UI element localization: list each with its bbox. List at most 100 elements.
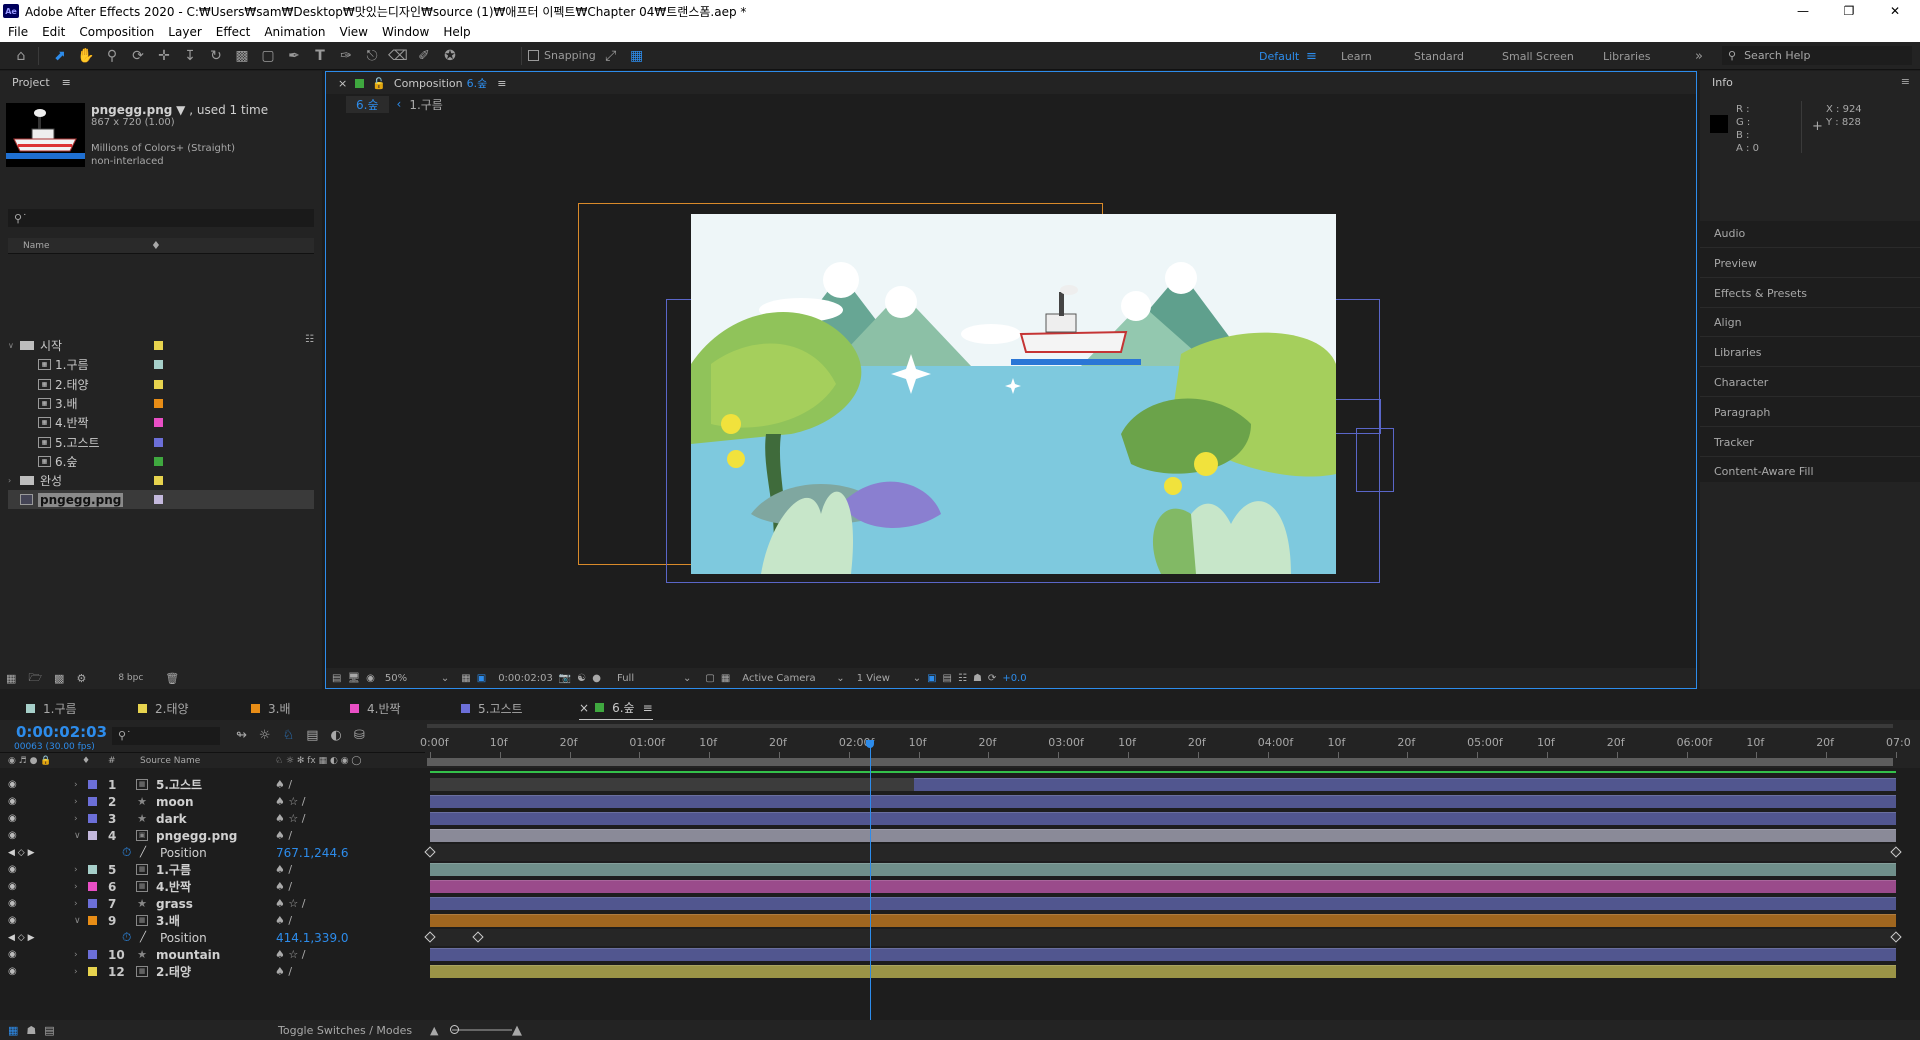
timeline-zoom-slider[interactable] <box>452 1029 512 1031</box>
layer-row[interactable]: ◉ › 12 ▦ 2.태양 ♠ / <box>0 963 425 980</box>
chevron-right-icon[interactable]: › <box>74 899 78 909</box>
label-swatch[interactable] <box>154 437 163 447</box>
menu-layer[interactable]: Layer <box>168 25 201 39</box>
camera-value[interactable]: Active Camera <box>742 673 830 684</box>
new-composition-icon[interactable]: ▩ <box>54 672 64 685</box>
layer-name[interactable]: mountain <box>156 948 220 962</box>
project-item[interactable]: ∨ 시작 <box>8 336 314 355</box>
panel-menu-icon[interactable]: ≡ <box>497 77 506 90</box>
interpret-footage-icon[interactable]: ▦ <box>6 672 16 685</box>
chevron-right-icon[interactable]: › <box>74 780 78 790</box>
mask-view-icon[interactable]: ◉ <box>366 673 375 684</box>
always-preview-icon[interactable]: ▤ <box>332 673 341 684</box>
render-icon[interactable]: ▦ <box>8 1024 18 1037</box>
workspace-libraries[interactable]: Libraries <box>1603 42 1651 70</box>
layer-duration-bar[interactable] <box>430 948 1896 961</box>
solo-icon[interactable]: ▤ <box>44 1024 54 1037</box>
layer-row[interactable]: ◉ › 6 ▦ 4.반짝 ♠ / <box>0 878 425 895</box>
timeline-tab[interactable]: 4.반짝 <box>350 696 401 720</box>
motion-blur-icon[interactable]: ◐ <box>331 728 342 743</box>
property-value[interactable]: 414.1,339.0 <box>276 931 349 945</box>
zoom-tool-icon[interactable]: ⚲ <box>101 45 123 67</box>
menu-composition[interactable]: Composition <box>79 25 154 39</box>
stopwatch-icon[interactable]: ⏱ <box>122 845 131 860</box>
project-item[interactable]: ▦ 5.고스트 <box>8 433 314 452</box>
reset-exposure-icon[interactable]: ⟳ <box>988 673 996 684</box>
composition-tab-name[interactable]: 6.숲 <box>467 75 488 91</box>
monitor-icon[interactable]: 🖥 <box>347 673 360 684</box>
toggle-switches-modes[interactable]: Toggle Switches / Modes <box>278 1024 412 1037</box>
layer-label-swatch[interactable] <box>88 865 97 874</box>
panel-menu-icon[interactable]: ≡ <box>1901 75 1910 88</box>
menu-edit[interactable]: Edit <box>42 25 65 39</box>
menu-window[interactable]: Window <box>382 25 429 39</box>
layer-duration-bar[interactable] <box>430 880 1896 893</box>
label-swatch[interactable] <box>154 456 163 466</box>
timeline-icon[interactable]: ☷ <box>958 673 967 684</box>
roto-brush-tool-icon[interactable]: ✐ <box>413 45 435 67</box>
project-item[interactable]: ▦ 2.태양 <box>8 375 314 394</box>
stopwatch-icon[interactable]: ⏱ <box>122 930 131 945</box>
item-dropdown-icon[interactable]: ▼ <box>176 103 185 117</box>
resolution-value[interactable]: Full <box>617 673 677 684</box>
project-item[interactable]: ▦ 1.구름 <box>8 355 314 374</box>
layer-name[interactable]: grass <box>156 897 193 911</box>
layer-switches[interactable]: ♠ ☆ / <box>275 812 305 825</box>
layer-switches[interactable]: ♠ / <box>275 778 292 791</box>
column-source-name[interactable]: Source Name <box>140 756 200 766</box>
right-panel-paragraph[interactable]: Paragraph <box>1700 399 1920 427</box>
new-folder-icon[interactable]: 🗁 <box>28 669 42 688</box>
color-channels-icon[interactable]: ● <box>592 673 601 684</box>
visibility-icon[interactable]: ◉ <box>8 813 17 824</box>
layer-duration-bar[interactable] <box>430 812 1896 825</box>
workspace-default[interactable]: Default <box>1259 42 1299 70</box>
panel-menu-icon[interactable]: ≡ <box>643 701 653 715</box>
visibility-icon[interactable]: ◉ <box>8 830 17 841</box>
draft-3d-icon[interactable]: ☼ <box>259 728 271 743</box>
timeline-tab[interactable]: 5.고스트 <box>461 696 523 720</box>
graph-editor-icon[interactable]: ⛁ <box>354 728 365 743</box>
chevron-right-icon[interactable]: › <box>74 814 78 824</box>
right-panel-character[interactable]: Character <box>1700 369 1920 397</box>
visibility-icon[interactable]: ◉ <box>8 949 17 960</box>
layer-name[interactable]: dark <box>156 812 187 826</box>
timeline-tab[interactable]: 2.태양 <box>138 696 189 720</box>
close-tab-icon[interactable]: × <box>338 77 347 90</box>
item-name[interactable]: pngegg.png <box>91 103 172 117</box>
label-swatch[interactable] <box>154 360 163 370</box>
layer-row[interactable]: ◉ ∨ 4 ▣ pngegg.png ♠ / <box>0 827 425 844</box>
layer-switches[interactable]: ♠ ☆ / <box>275 897 305 910</box>
menu-animation[interactable]: Animation <box>264 25 325 39</box>
label-swatch[interactable] <box>154 476 163 486</box>
transparency-grid-icon[interactable]: ▣ <box>477 673 486 684</box>
workspace-small-screen[interactable]: Small Screen <box>1502 42 1574 70</box>
right-panel-libraries[interactable]: Libraries <box>1700 339 1920 368</box>
property-row[interactable]: ◀ ◇ ▶ ⏱ ╱ Position 767.1,244.6 <box>0 844 425 861</box>
current-time-indicator[interactable]: 0:00:02:03 <box>16 723 107 741</box>
column-name[interactable]: Name <box>23 241 50 251</box>
close-tab-icon[interactable]: × <box>579 701 589 715</box>
zoom-out-icon[interactable]: ▲ <box>430 1024 438 1037</box>
workspace-standard[interactable]: Standard <box>1414 42 1464 70</box>
visibility-icon[interactable]: ◉ <box>8 796 17 807</box>
chevron-down-icon[interactable]: ⌄ <box>913 673 921 684</box>
chevron-right-icon[interactable]: › <box>74 950 78 960</box>
pen-tool-icon[interactable]: ✒ <box>283 45 305 67</box>
timeline-search-input[interactable]: ⚲˙ <box>112 727 220 745</box>
layer-switches[interactable]: ♠ / <box>275 829 292 842</box>
chevron-down-icon[interactable]: ∨ <box>74 916 81 926</box>
property-row[interactable]: ◀ ◇ ▶ ⏱ ╱ Position 414.1,339.0 <box>0 929 425 946</box>
hand-tool-icon[interactable]: ✋ <box>75 45 97 67</box>
pan-tool-icon[interactable]: ✛ <box>153 45 175 67</box>
zoom-value[interactable]: 50% <box>385 673 435 684</box>
layer-label-swatch[interactable] <box>88 831 97 840</box>
layer-row[interactable]: ◉ › 7 ★ grass ♠ ☆ / <box>0 895 425 912</box>
layer-switches[interactable]: ♠ / <box>275 880 292 893</box>
minimize-button[interactable]: — <box>1780 0 1826 22</box>
layer-name[interactable]: moon <box>156 795 194 809</box>
dolly-tool-icon[interactable]: ↧ <box>179 45 201 67</box>
layer-switches[interactable]: ♠ ☆ / <box>275 948 305 961</box>
label-column-icon[interactable]: ♦ <box>151 239 161 252</box>
layer-row[interactable]: ◉ › 10 ★ mountain ♠ ☆ / <box>0 946 425 963</box>
project-item[interactable]: ▦ 3.배 <box>8 394 314 413</box>
